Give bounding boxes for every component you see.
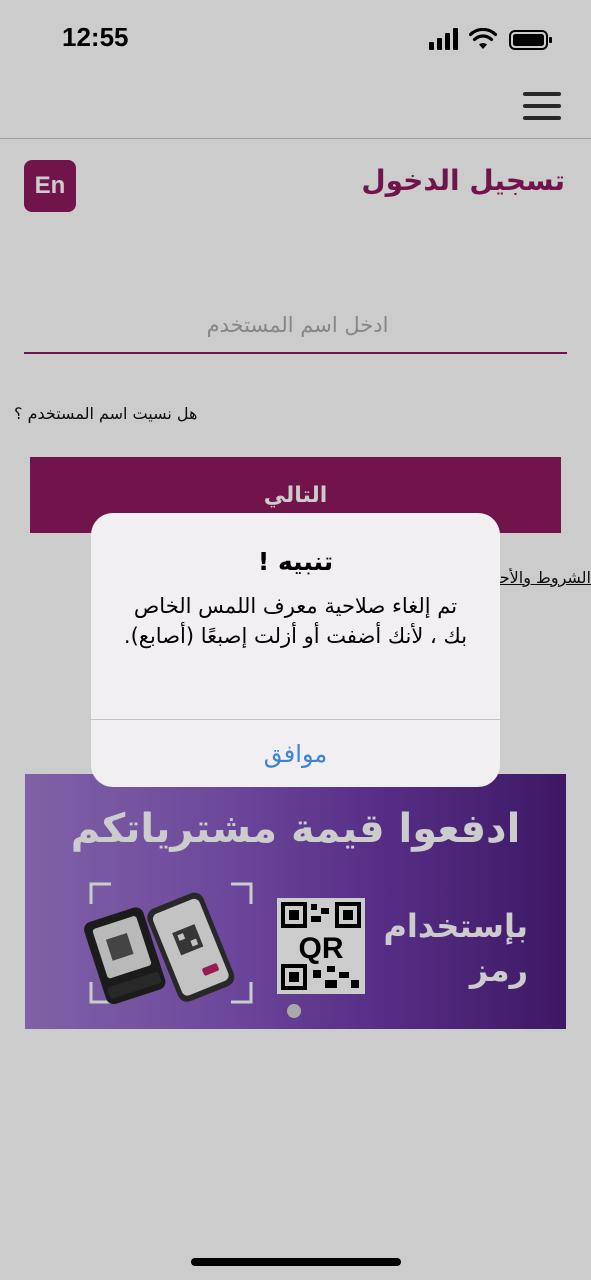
home-indicator[interactable]: [191, 1258, 401, 1266]
alert-dialog: تنبيه ! تم إلغاء صلاحية معرف اللمس الخاص…: [91, 513, 500, 787]
screen: 12:55 تسجيل الدخول En ادخل اسم المستخدم …: [0, 0, 591, 1280]
alert-message: تم إلغاء صلاحية معرف اللمس الخاص بك ، لأ…: [123, 594, 468, 648]
alert-ok-button[interactable]: موافق: [91, 720, 500, 787]
alert-title: تنبيه !: [257, 547, 334, 576]
